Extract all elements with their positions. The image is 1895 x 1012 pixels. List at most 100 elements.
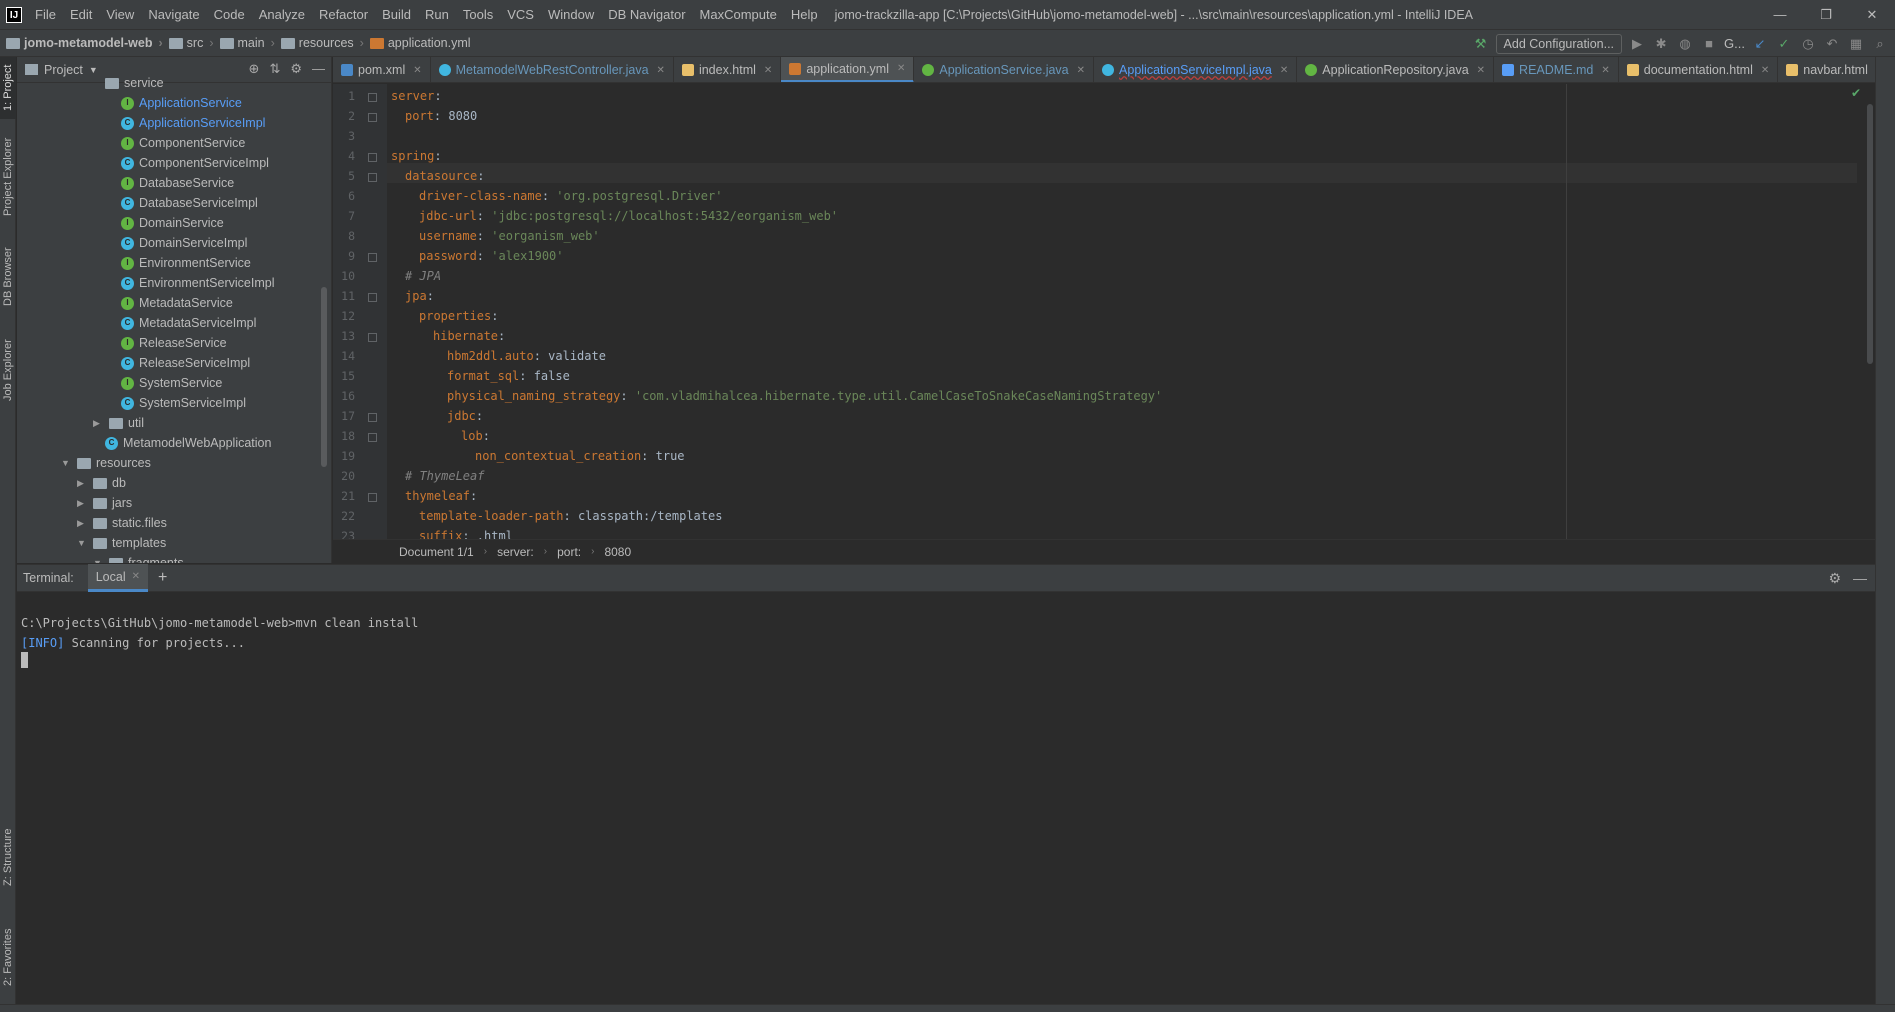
tree-item[interactable]: ▶ jars — [77, 493, 132, 513]
fold-marker-icon[interactable] — [368, 333, 377, 342]
tool-tab-favorites[interactable]: 2: Favorites — [0, 917, 16, 997]
hide-icon[interactable]: — — [1853, 570, 1867, 587]
minimize-button[interactable]: — — [1757, 0, 1803, 29]
menu-vcs[interactable]: VCS — [500, 0, 541, 29]
breadcrumb-file[interactable]: application.yml — [364, 36, 471, 50]
tree-item[interactable]: ▼ resources — [61, 453, 151, 473]
editor-tab[interactable]: ApplicationService.java ✕ — [914, 57, 1095, 82]
tree-item[interactable]: I SystemService — [121, 373, 222, 393]
breadcrumb-document[interactable]: Document 1/1 — [399, 545, 474, 559]
project-scrollbar[interactable] — [321, 287, 327, 467]
menu-window[interactable]: Window — [541, 0, 601, 29]
terminal-tab-local[interactable]: Local ✕ — [87, 563, 148, 592]
restore-button[interactable]: ❐ — [1803, 0, 1849, 29]
tree-item[interactable]: ▼ fragments — [93, 553, 184, 563]
editor-tab[interactable]: README.md ✕ — [1494, 57, 1619, 82]
close-tab-icon[interactable]: ✕ — [1761, 65, 1769, 76]
tree-item[interactable]: C DatabaseServiceImpl — [121, 193, 258, 213]
editor-scrollbar[interactable] — [1865, 84, 1875, 539]
fold-marker-icon[interactable] — [368, 433, 377, 442]
close-tab-icon[interactable]: ✕ — [897, 63, 905, 74]
tree-item[interactable]: service — [105, 73, 164, 93]
fold-marker-icon[interactable] — [368, 113, 377, 122]
menu-build[interactable]: Build — [375, 0, 418, 29]
search-everywhere-icon[interactable]: ⌕ — [1871, 35, 1889, 53]
tree-item[interactable]: I ReleaseService — [121, 333, 227, 353]
tree-item[interactable]: I EnvironmentService — [121, 253, 251, 273]
terminal-output[interactable]: C:\Projects\GitHub\jomo-metamodel-web>mv… — [17, 593, 1875, 1004]
inspection-ok-icon[interactable]: ✔ — [1851, 86, 1861, 100]
project-view-selector[interactable]: Project — [44, 63, 83, 77]
breadcrumb-project[interactable]: jomo-metamodel-web › — [0, 36, 163, 50]
tree-item[interactable]: ▶ util — [93, 413, 144, 433]
tree-item[interactable]: I ApplicationService — [121, 93, 242, 113]
vcs-commit-icon[interactable]: ✓ — [1775, 35, 1793, 53]
tree-item[interactable]: I DomainService — [121, 213, 224, 233]
menu-help[interactable]: Help — [784, 0, 825, 29]
close-tab-icon[interactable]: ✕ — [1077, 65, 1085, 76]
editor-tab[interactable]: index.html ✕ — [674, 57, 782, 82]
collapsed-arrow-icon[interactable]: ▶ — [93, 413, 105, 433]
fold-marker-icon[interactable] — [368, 413, 377, 422]
debug-icon[interactable]: ✱ — [1652, 35, 1670, 53]
tree-item[interactable]: C DomainServiceImpl — [121, 233, 247, 253]
fold-marker-icon[interactable] — [368, 493, 377, 502]
tree-item[interactable]: C EnvironmentServiceImpl — [121, 273, 274, 293]
tree-item[interactable]: I MetadataService — [121, 293, 233, 313]
tool-tab-project[interactable]: 1: Project — [0, 57, 16, 119]
menu-run[interactable]: Run — [418, 0, 456, 29]
vcs-update-icon[interactable]: ↙ — [1751, 35, 1769, 53]
menu-view[interactable]: View — [99, 0, 141, 29]
breadcrumb-value[interactable]: 8080 — [604, 545, 631, 559]
fold-marker-icon[interactable] — [368, 93, 377, 102]
editor-tab[interactable]: documentation.html ✕ — [1619, 57, 1779, 82]
hide-icon[interactable]: — — [312, 61, 325, 77]
collapsed-arrow-icon[interactable]: ▶ — [77, 513, 89, 533]
breadcrumb-resources[interactable]: resources › — [275, 36, 364, 50]
menu-code[interactable]: Code — [207, 0, 252, 29]
editor-tab[interactable]: pom.xml ✕ — [333, 57, 431, 82]
close-tab-icon[interactable]: ✕ — [657, 65, 665, 76]
menu-file[interactable]: File — [28, 0, 63, 29]
add-configuration-button[interactable]: Add Configuration... — [1495, 34, 1623, 54]
menu-tools[interactable]: Tools — [456, 0, 500, 29]
collapsed-arrow-icon[interactable]: ▶ — [77, 473, 89, 493]
close-tab-icon[interactable]: ✕ — [1477, 65, 1485, 76]
tree-item[interactable]: ▶ static.files — [77, 513, 167, 533]
expanded-arrow-icon[interactable]: ▼ — [61, 453, 73, 473]
tree-item[interactable]: C SystemServiceImpl — [121, 393, 246, 413]
editor-tab[interactable]: ApplicationServiceImpl.java ✕ — [1094, 57, 1298, 82]
breadcrumb-main[interactable]: main › — [214, 36, 275, 50]
editor-tab[interactable]: MetamodelWebRestController.java ✕ — [431, 57, 674, 82]
breadcrumb-src[interactable]: src › — [163, 36, 214, 50]
breadcrumb-server[interactable]: server: — [497, 545, 534, 559]
tree-item[interactable]: I ComponentService — [121, 133, 245, 153]
close-tab-icon[interactable]: ✕ — [413, 65, 421, 76]
close-tab-icon[interactable]: ✕ — [1601, 65, 1609, 76]
expanded-arrow-icon[interactable]: ▼ — [77, 533, 89, 553]
fold-marker-icon[interactable] — [368, 293, 377, 302]
tool-tab-project-explorer[interactable]: Project Explorer — [0, 127, 16, 227]
close-icon[interactable]: ✕ — [132, 563, 140, 591]
menu-edit[interactable]: Edit — [63, 0, 99, 29]
expanded-arrow-icon[interactable]: ▼ — [93, 553, 105, 563]
editor-tab[interactable]: navbar.html✕ — [1778, 57, 1875, 82]
build-hammer-icon[interactable]: ⚒ — [1472, 35, 1490, 53]
menu-analyze[interactable]: Analyze — [252, 0, 312, 29]
tool-tab-structure[interactable]: Z: Structure — [0, 817, 16, 897]
chevron-down-icon[interactable]: ▼ — [89, 65, 98, 75]
close-tab-icon[interactable]: ✕ — [1280, 65, 1288, 76]
gear-icon[interactable]: ⚙ — [290, 61, 302, 77]
breadcrumb-port[interactable]: port: — [557, 545, 581, 559]
tree-item[interactable]: C MetadataServiceImpl — [121, 313, 256, 333]
editor-tab[interactable]: application.yml ✕ — [781, 57, 915, 82]
close-tab-icon[interactable]: ✕ — [764, 65, 772, 76]
menu-maxcompute[interactable]: MaxCompute — [693, 0, 784, 29]
rollback-icon[interactable]: ↶ — [1823, 35, 1841, 53]
tree-item[interactable]: ▶ db — [77, 473, 126, 493]
collapse-all-icon[interactable]: ⇅ — [269, 61, 280, 77]
editor-tab[interactable]: ApplicationRepository.java ✕ — [1297, 57, 1495, 82]
tree-item[interactable]: C ReleaseServiceImpl — [121, 353, 250, 373]
tree-item[interactable]: C MetamodelWebApplication — [105, 433, 271, 453]
tool-tab-job-explorer[interactable]: Job Explorer — [0, 325, 16, 415]
